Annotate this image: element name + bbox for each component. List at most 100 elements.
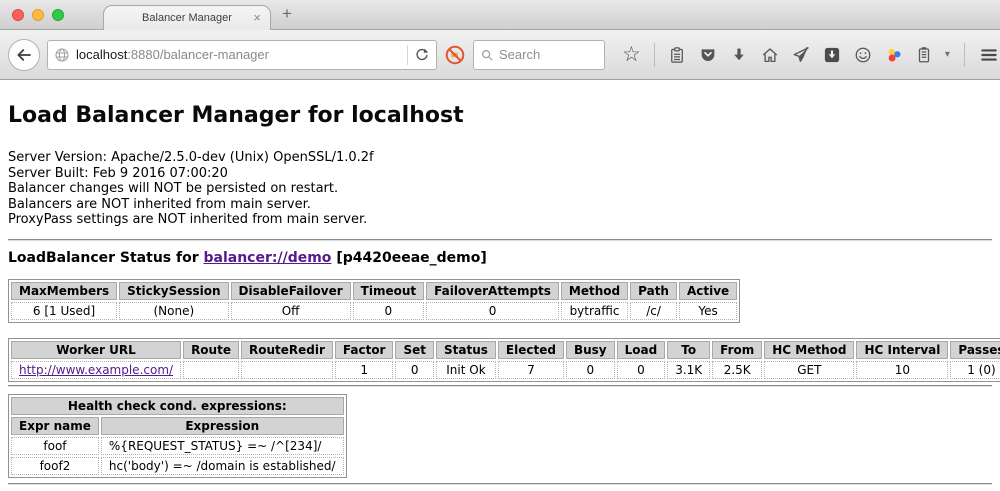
col-passes: Passes <box>950 341 1000 359</box>
balancer-table-row: 6 [1 Used] (None) Off 0 0 bytraffic /c/ … <box>11 302 737 320</box>
col-failoverattempts: FailoverAttempts <box>426 282 559 300</box>
cell-load: 0 <box>617 361 666 379</box>
cell-disablefailover: Off <box>231 302 351 320</box>
col-routeredir: RouteRedir <box>241 341 333 359</box>
url-text: localhost:8880/balancer-manager <box>76 47 269 62</box>
cell-failoverattempts: 0 <box>426 302 559 320</box>
new-tab-button[interactable]: + <box>282 4 292 24</box>
hamburger-menu-icon[interactable] <box>978 45 1000 65</box>
worker-table-row: http://www.example.com/ 1 0 Init Ok 7 0 … <box>11 361 1000 379</box>
col-set: Set <box>395 341 434 359</box>
health-table-title-row: Health check cond. expressions: <box>11 397 344 415</box>
tab-balancer-manager[interactable]: Balancer Manager × <box>103 5 271 30</box>
server-info: Server Version: Apache/2.5.0-dev (Unix) … <box>8 150 992 228</box>
balancer-table-header-row: MaxMembers StickySession DisableFailover… <box>11 282 737 300</box>
toolbar-separator <box>654 43 655 67</box>
titlebar: Balancer Manager × + <box>0 0 1000 30</box>
urlbar-divider <box>407 45 408 65</box>
url-bar[interactable]: localhost:8880/balancer-manager <box>47 40 437 70</box>
col-to: To <box>667 341 710 359</box>
col-maxmembers: MaxMembers <box>11 282 117 300</box>
col-from: From <box>712 341 762 359</box>
smiley-icon[interactable] <box>854 46 872 64</box>
col-method: Method <box>561 282 628 300</box>
search-icon <box>480 48 494 62</box>
health-table-row: foof2 hc('body') =~ /domain is establish… <box>11 457 344 475</box>
col-stickysession: StickySession <box>119 282 228 300</box>
bookmark-star-icon[interactable]: ☆ <box>622 45 641 65</box>
cell-route <box>183 361 239 379</box>
col-path: Path <box>630 282 677 300</box>
inherit-notice-line: Balancers are NOT inherited from main se… <box>8 197 992 213</box>
cell-routeredir <box>241 361 333 379</box>
zoom-window-button[interactable] <box>52 9 64 21</box>
pocket-icon[interactable] <box>699 46 717 64</box>
col-elected: Elected <box>498 341 564 359</box>
col-disablefailover: DisableFailover <box>231 282 351 300</box>
cell-passes: 1 (0) <box>950 361 1000 379</box>
page-title: Load Balancer Manager for localhost <box>8 80 992 128</box>
toolbar-separator <box>964 43 965 67</box>
cell-busy: 0 <box>566 361 615 379</box>
col-timeout: Timeout <box>353 282 424 300</box>
navigation-toolbar: localhost:8880/balancer-manager ☆ ▾ <box>0 30 1000 80</box>
col-active: Active <box>679 282 737 300</box>
cell-hc-method: GET <box>764 361 854 379</box>
blocked-plugin-icon[interactable] <box>444 44 466 66</box>
close-window-button[interactable] <box>12 9 24 21</box>
col-factor: Factor <box>335 341 394 359</box>
status-heading: LoadBalancer Status for balancer://demo … <box>8 250 992 266</box>
menu-zone <box>964 43 1000 67</box>
tab-title: Balancer Manager <box>142 12 232 24</box>
col-load: Load <box>617 341 666 359</box>
cell-status: Init Ok <box>436 361 496 379</box>
col-busy: Busy <box>566 341 615 359</box>
cell-expression: %{REQUEST_STATUS} =~ /^[234]/ <box>101 437 344 455</box>
col-expression: Expression <box>101 417 344 435</box>
divider <box>8 483 992 485</box>
back-arrow-icon <box>15 46 33 64</box>
col-hc-method: HC Method <box>764 341 854 359</box>
balancer-demo-link[interactable]: balancer://demo <box>204 250 332 266</box>
cell-expression: hc('body') =~ /domain is established/ <box>101 457 344 475</box>
send-plane-icon[interactable] <box>792 46 810 64</box>
back-button[interactable] <box>8 39 40 71</box>
tab-close-icon[interactable]: × <box>253 10 261 26</box>
reload-icon[interactable] <box>414 47 430 63</box>
worker-table-header-row: Worker URL Route RouteRedir Factor Set S… <box>11 341 1000 359</box>
home-icon[interactable] <box>761 46 779 64</box>
cell-active: Yes <box>679 302 737 320</box>
worker-table: Worker URL Route RouteRedir Factor Set S… <box>8 338 1000 382</box>
status-heading-suffix: [p4420eeae_demo] <box>336 250 486 266</box>
search-input[interactable] <box>499 47 589 62</box>
worker-url-link[interactable]: http://www.example.com/ <box>19 363 173 377</box>
colored-dots-icon[interactable] <box>885 46 903 64</box>
browser-window: Balancer Manager × + localhost:8880/bala… <box>0 0 1000 485</box>
cell-set: 0 <box>395 361 434 379</box>
search-bar[interactable] <box>473 40 605 70</box>
health-table-header-row: Expr name Expression <box>11 417 344 435</box>
url-path: :8880/balancer-manager <box>127 47 269 62</box>
col-hc-interval: HC Interval <box>856 341 948 359</box>
col-worker-url: Worker URL <box>11 341 181 359</box>
chevron-down-icon[interactable]: ▾ <box>945 49 950 60</box>
container-icon[interactable] <box>916 46 932 64</box>
url-domain: localhost <box>76 47 127 62</box>
persist-notice-line: Balancer changes will NOT be persisted o… <box>8 181 992 197</box>
clipboard-icon[interactable] <box>668 46 686 64</box>
toolbar-icons: ☆ ▾ <box>622 43 950 67</box>
health-check-table: Health check cond. expressions: Expr nam… <box>8 394 347 478</box>
server-built-line: Server Built: Feb 9 2016 07:00:20 <box>8 166 992 182</box>
status-heading-prefix: LoadBalancer Status for <box>8 250 199 266</box>
cell-to: 3.1K <box>667 361 710 379</box>
divider <box>8 239 992 241</box>
download-box-icon[interactable] <box>823 46 841 64</box>
minimize-window-button[interactable] <box>32 9 44 21</box>
cell-maxmembers: 6 [1 Used] <box>11 302 117 320</box>
cell-timeout: 0 <box>353 302 424 320</box>
proxypass-notice-line: ProxyPass settings are NOT inherited fro… <box>8 212 992 228</box>
divider <box>8 385 992 387</box>
cell-from: 2.5K <box>712 361 762 379</box>
downloads-arrow-icon[interactable] <box>730 46 748 64</box>
globe-icon <box>54 47 70 63</box>
